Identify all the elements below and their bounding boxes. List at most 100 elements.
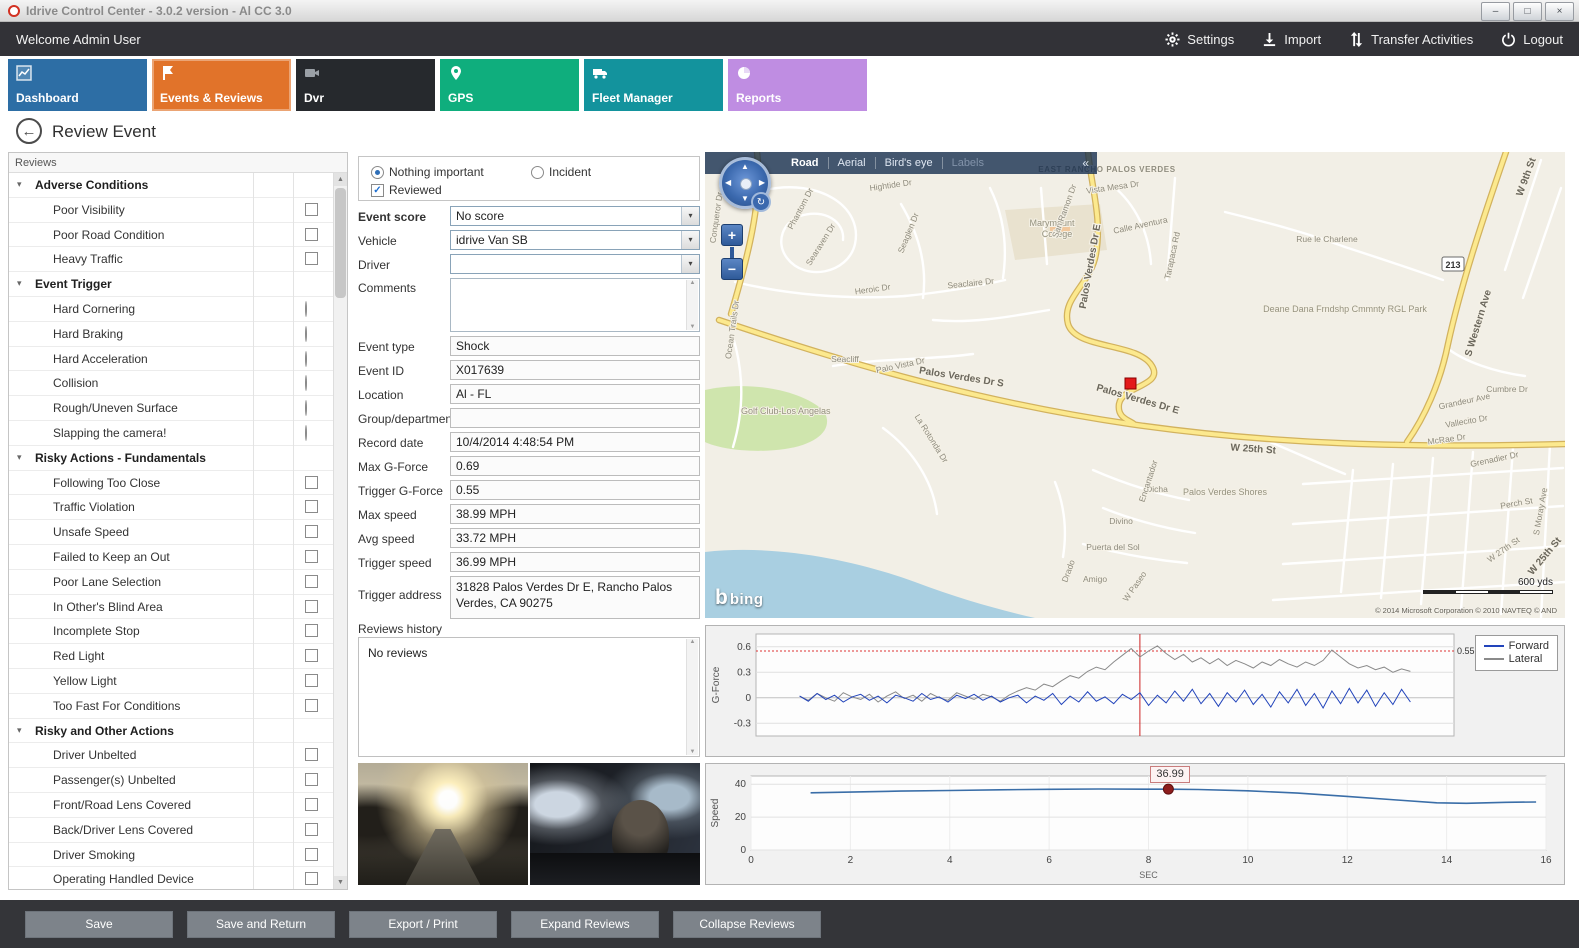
- review-item-heavy-traffic[interactable]: Heavy Traffic!: [9, 247, 335, 272]
- transfer-activities-action[interactable]: Transfer Activities: [1349, 32, 1473, 47]
- review-checkbox[interactable]: [305, 674, 318, 687]
- review-item-driver-smoking[interactable]: Driver Smoking!: [9, 843, 335, 868]
- review-item-failed-to-keep-an-out[interactable]: Failed to Keep an Out!: [9, 545, 335, 570]
- expand-reviews-button[interactable]: Expand Reviews: [511, 911, 659, 938]
- status-radio-incident[interactable]: Incident: [531, 165, 591, 179]
- map-view-bird-s-eye[interactable]: Bird's eye: [885, 157, 933, 169]
- vehicle-select[interactable]: idrive Van SB▾: [450, 230, 700, 250]
- review-radio[interactable]: [305, 400, 307, 416]
- reviews-history-scrollbar[interactable]: ▲▼: [686, 639, 698, 755]
- bing-map[interactable]: EAST RANCHO PALOS VERDESMarymountCollege…: [705, 152, 1565, 618]
- zoom-out-button[interactable]: −: [721, 258, 743, 280]
- pan-up-icon[interactable]: ▲: [741, 163, 749, 171]
- tab-dvr[interactable]: Dvr: [296, 59, 435, 111]
- tab-fleet-manager[interactable]: Fleet Manager: [584, 59, 723, 111]
- review-item-in-other-s-blind-area[interactable]: In Other's Blind Area!: [9, 595, 335, 620]
- gforce-chart[interactable]: ForwardLateral -0.300.30.60.55G-Force: [705, 625, 1565, 757]
- tab-events-reviews[interactable]: Events & Reviews: [152, 59, 291, 111]
- review-item-hard-cornering[interactable]: Hard Cornering!: [9, 297, 335, 322]
- review-checkbox[interactable]: [305, 748, 318, 761]
- review-item-incomplete-stop[interactable]: Incomplete Stop!: [9, 619, 335, 644]
- review-checkbox[interactable]: [305, 848, 318, 861]
- review-checkbox[interactable]: [305, 575, 318, 588]
- review-item-slapping-the-camera[interactable]: Slapping the camera!!: [9, 421, 335, 446]
- scroll-up-icon[interactable]: ▲: [334, 173, 347, 186]
- review-checkbox[interactable]: [305, 600, 318, 613]
- review-item-following-too-close[interactable]: Following Too Close!: [9, 471, 335, 496]
- chevron-down-icon[interactable]: ▾: [17, 278, 22, 289]
- scroll-thumb[interactable]: [335, 188, 346, 298]
- review-item-back-driver-lens-covered[interactable]: Back/Driver Lens Covered!: [9, 818, 335, 843]
- minimize-button[interactable]: –: [1481, 2, 1510, 21]
- chevron-down-icon[interactable]: ▾: [17, 452, 22, 463]
- event-score-select[interactable]: No score▾: [450, 206, 700, 226]
- review-item-red-light[interactable]: Red Light!: [9, 644, 335, 669]
- zoom-in-button[interactable]: +: [721, 224, 743, 246]
- review-item-hard-braking[interactable]: Hard Braking!: [9, 322, 335, 347]
- driver-select[interactable]: ▾: [450, 254, 700, 274]
- textarea-scrollbar[interactable]: ▲▼: [686, 280, 698, 330]
- speed-plot[interactable]: 024681012141602040SECSpeed: [706, 764, 1564, 884]
- review-item-collision[interactable]: Collision!: [9, 371, 335, 396]
- review-checkbox[interactable]: [305, 798, 318, 811]
- map-canvas[interactable]: EAST RANCHO PALOS VERDESMarymountCollege…: [705, 152, 1565, 618]
- chevron-down-icon[interactable]: ▾: [681, 255, 699, 273]
- video-thumbnail-front[interactable]: [358, 763, 528, 885]
- chevron-down-icon[interactable]: ▾: [17, 179, 22, 190]
- review-item-poor-road-condition[interactable]: Poor Road Condition!: [9, 223, 335, 248]
- review-radio[interactable]: [305, 375, 307, 391]
- status-radio-nothing-important[interactable]: Nothing important: [371, 165, 484, 179]
- radio-icon[interactable]: [531, 166, 544, 179]
- collapse-reviews-button[interactable]: Collapse Reviews: [673, 911, 821, 938]
- event-location-marker[interactable]: [1125, 378, 1136, 389]
- review-checkbox[interactable]: [305, 476, 318, 489]
- scroll-down-icon[interactable]: ▼: [334, 876, 347, 889]
- review-checkbox[interactable]: [305, 203, 318, 216]
- review-checkbox[interactable]: [305, 872, 318, 885]
- pan-left-icon[interactable]: ◀: [725, 179, 731, 187]
- review-item-hard-acceleration[interactable]: Hard Acceleration!: [9, 347, 335, 372]
- map-bar-collapse-icon[interactable]: «: [1082, 156, 1089, 170]
- compass-center[interactable]: [740, 178, 752, 190]
- save-and-return-button[interactable]: Save and Return: [187, 911, 335, 938]
- pan-down-icon[interactable]: ▼: [741, 195, 749, 203]
- speed-chart[interactable]: 024681012141602040SECSpeed36.99: [705, 763, 1565, 885]
- review-radio[interactable]: [305, 351, 307, 367]
- review-item-too-fast-for-conditions[interactable]: Too Fast For Conditions!: [9, 694, 335, 719]
- video-thumbnail-cabin[interactable]: [530, 763, 700, 885]
- review-checkbox[interactable]: [305, 228, 318, 241]
- tab-gps[interactable]: GPS: [440, 59, 579, 111]
- review-item-passenger-s-unbelted[interactable]: Passenger(s) Unbelted!: [9, 768, 335, 793]
- export-print-button[interactable]: Export / Print: [349, 911, 497, 938]
- chevron-down-icon[interactable]: ▾: [681, 231, 699, 249]
- review-radio[interactable]: [305, 425, 307, 441]
- map-view-aerial[interactable]: Aerial: [838, 157, 866, 169]
- review-checkbox[interactable]: [305, 823, 318, 836]
- gforce-plot[interactable]: -0.300.30.60.55G-Force: [706, 626, 1564, 756]
- reviews-scrollbar[interactable]: ▲ ▼: [333, 173, 347, 889]
- review-checkbox[interactable]: [305, 500, 318, 513]
- review-checkbox[interactable]: [305, 525, 318, 538]
- review-item-poor-lane-selection[interactable]: Poor Lane Selection!: [9, 570, 335, 595]
- checkbox-icon[interactable]: ✓: [371, 184, 384, 197]
- map-rotate-control[interactable]: ↻: [751, 192, 771, 212]
- chevron-down-icon[interactable]: ▾: [17, 725, 22, 736]
- review-item-operating-handled-device[interactable]: Operating Handled Device!: [9, 867, 335, 889]
- review-item-poor-visibility[interactable]: Poor Visibility!: [9, 198, 335, 223]
- review-category-risky-actions-fundamentals[interactable]: ▾Risky Actions - Fundamentals: [9, 446, 335, 471]
- status-checkbox-reviewed[interactable]: ✓Reviewed: [371, 183, 442, 197]
- review-checkbox[interactable]: [305, 550, 318, 563]
- settings-action[interactable]: Settings: [1165, 32, 1234, 47]
- review-item-traffic-violation[interactable]: Traffic Violation!: [9, 495, 335, 520]
- tab-dashboard[interactable]: Dashboard: [8, 59, 147, 111]
- import-action[interactable]: Import: [1262, 32, 1321, 47]
- save-button[interactable]: Save: [25, 911, 173, 938]
- map-view-road[interactable]: Road: [791, 157, 819, 169]
- close-button[interactable]: ×: [1545, 2, 1574, 21]
- comments-textarea[interactable]: ▲▼: [450, 278, 700, 332]
- review-category-risky-and-other-actions[interactable]: ▾Risky and Other Actions: [9, 719, 335, 744]
- review-item-unsafe-speed[interactable]: Unsafe Speed!: [9, 520, 335, 545]
- review-category-event-trigger[interactable]: ▾Event Trigger: [9, 272, 335, 297]
- pan-right-icon[interactable]: ▶: [759, 179, 765, 187]
- review-item-yellow-light[interactable]: Yellow Light!: [9, 669, 335, 694]
